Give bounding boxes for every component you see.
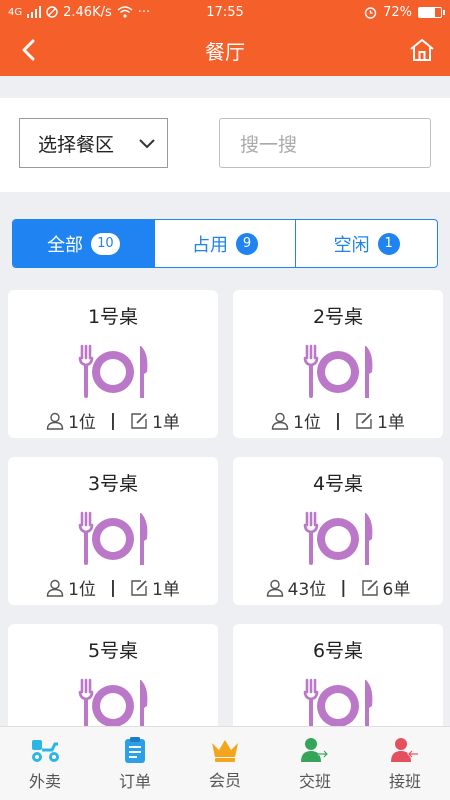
tab-label: 全部 — [47, 234, 84, 256]
bottom-nav: 外卖 订单 会员 交班 接班 — [0, 726, 450, 800]
person-icon — [266, 579, 283, 597]
home-icon — [410, 39, 434, 61]
back-arrow-icon — [22, 39, 35, 61]
table-name: 3号桌 — [87, 473, 139, 495]
nav-orders[interactable]: 订单 — [90, 727, 180, 800]
guest-count: 43位 — [287, 580, 327, 600]
nav-label: 交班 — [298, 771, 331, 791]
separator: | — [109, 577, 117, 598]
area-select-label: 选择餐区 — [38, 133, 115, 156]
table-name: 4号桌 — [312, 473, 364, 495]
tab-free[interactable]: 空闲 1 — [295, 220, 437, 267]
nav-label: 会员 — [208, 770, 241, 790]
dish-icon — [303, 344, 374, 400]
nav-takeover[interactable]: 接班 — [360, 727, 450, 800]
table-card[interactable]: 1号桌 1位 | 1单 — [8, 290, 218, 438]
header-bar: 餐厅 — [0, 24, 450, 76]
table-card[interactable]: 3号桌 1位 | 1单 — [8, 457, 218, 605]
tab-occupied[interactable]: 占用 9 — [153, 220, 296, 267]
net-speed: 2.46K/s — [63, 4, 112, 20]
order-count: 6单 — [382, 580, 411, 600]
count-badge: 1 — [377, 232, 400, 255]
table-card[interactable]: 5号桌 — [8, 624, 218, 726]
person-icon — [46, 579, 64, 597]
dish-icon — [78, 511, 149, 567]
nav-members[interactable]: 会员 — [180, 727, 270, 800]
table-meta: 1位 | 1单 — [8, 408, 218, 433]
page-title: 餐厅 — [205, 39, 245, 64]
nav-handover[interactable]: 交班 — [270, 727, 360, 800]
table-name: 5号桌 — [87, 640, 139, 662]
status-tabs: 全部 10 占用 9 空闲 1 — [12, 219, 438, 268]
table-card[interactable]: 6号桌 — [233, 624, 443, 726]
table-name: 2号桌 — [312, 306, 364, 328]
order-clipboard-icon — [125, 736, 145, 763]
edit-icon — [131, 412, 148, 429]
table-meta: 43位 | 6单 — [233, 575, 443, 600]
table-name: 1号桌 — [87, 306, 139, 328]
guest-count: 1位 — [293, 413, 321, 433]
count-badge: 10 — [91, 232, 120, 255]
separator: | — [340, 577, 347, 598]
filter-panel: 选择餐区 搜一搜 — [0, 98, 450, 192]
count-badge: 9 — [236, 232, 258, 255]
separator: | — [334, 410, 342, 431]
order-count: 1单 — [377, 413, 405, 433]
guest-count: 1位 — [68, 413, 96, 433]
dish-icon — [78, 344, 149, 400]
wifi-icon — [117, 6, 133, 18]
dish-icon — [303, 511, 374, 567]
search-input[interactable]: 搜一搜 — [219, 118, 431, 168]
order-count: 1单 — [152, 413, 180, 433]
alarm-icon — [364, 6, 377, 19]
crown-icon — [212, 739, 238, 762]
table-grid: 1号桌 1位 | 1单 2号桌 1位 | 1单 3号桌 1位 | 1单 4号桌 … — [0, 282, 450, 726]
signal-icon: 4G — [8, 6, 23, 18]
home-button[interactable] — [406, 34, 438, 66]
tab-label: 占用 — [192, 234, 228, 256]
nav-label: 订单 — [118, 771, 151, 791]
table-meta: 1位 | 1单 — [8, 575, 218, 600]
signal-bars-icon — [27, 6, 42, 18]
nav-delivery[interactable]: 外卖 — [0, 727, 90, 800]
status-bar: 4G 2.46K/s ··· 17:55 72% — [0, 0, 450, 24]
separator: | — [109, 410, 117, 431]
edit-icon — [131, 579, 148, 596]
no-disturb-icon — [46, 6, 58, 18]
table-name: 6号桌 — [312, 640, 364, 662]
more-notifications: ··· — [137, 4, 151, 20]
dish-icon — [78, 678, 149, 726]
table-card[interactable]: 2号桌 1位 | 1单 — [233, 290, 443, 438]
clock: 17:55 — [206, 4, 244, 20]
delivery-scooter-icon — [32, 739, 59, 762]
person-icon — [46, 412, 64, 430]
table-card[interactable]: 4号桌 43位 | 6单 — [233, 457, 443, 605]
edit-icon — [361, 579, 378, 596]
person-icon — [271, 412, 289, 430]
battery-icon — [418, 6, 445, 18]
nav-label: 接班 — [388, 771, 421, 791]
edit-icon — [356, 412, 373, 429]
nav-label: 外卖 — [28, 771, 61, 791]
guest-count: 1位 — [68, 580, 96, 600]
area-select-dropdown[interactable]: 选择餐区 — [19, 118, 168, 168]
back-button[interactable] — [12, 34, 44, 66]
chevron-down-icon — [139, 139, 155, 149]
order-count: 1单 — [152, 580, 180, 600]
tab-label: 空闲 — [333, 234, 370, 256]
dish-icon — [303, 678, 374, 726]
handover-user-icon — [301, 737, 329, 762]
battery-percent: 72% — [383, 4, 412, 20]
takeover-user-icon — [391, 737, 418, 762]
table-meta: 1位 | 1单 — [233, 408, 443, 433]
tab-all[interactable]: 全部 10 — [13, 220, 154, 267]
